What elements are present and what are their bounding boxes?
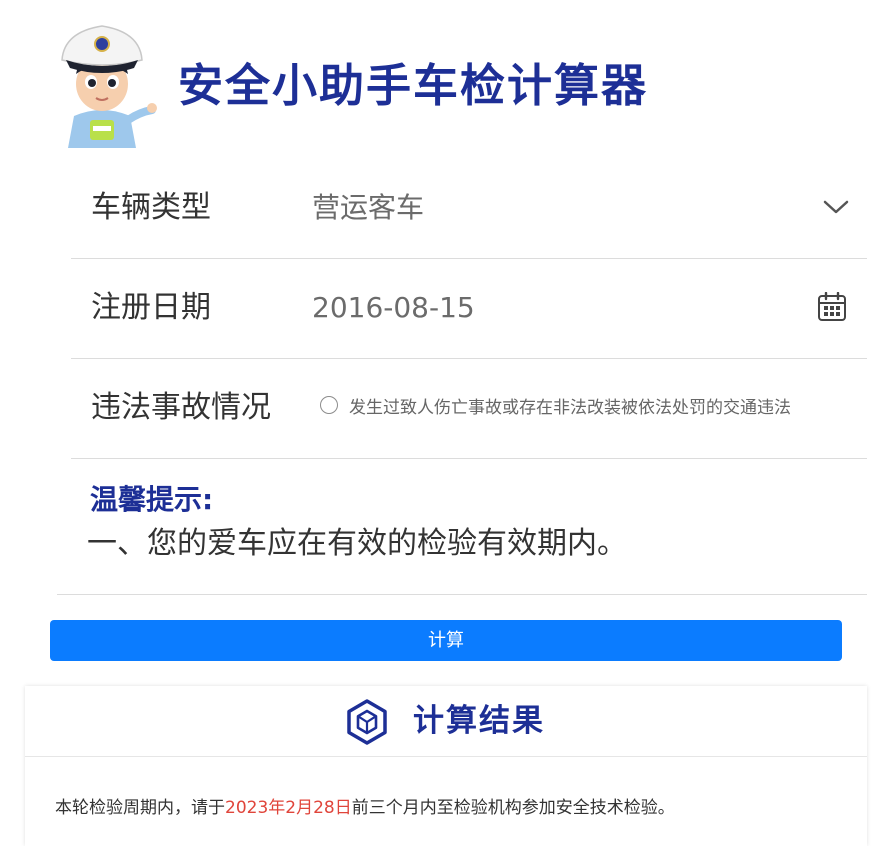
violation-label: 违法事故情况 — [91, 390, 271, 425]
result-card: 计算结果 本轮检验周期内，请于2023年2月28日前三个月内至检验机构参加安全技… — [25, 686, 867, 846]
tips-item: 一、您的爱车应在有效的检验有效期内。 — [87, 526, 627, 561]
violation-row: 违法事故情况 发生过致人伤亡事故或存在非法改装被依法处罚的交通违法 — [71, 358, 867, 459]
violation-radio[interactable] — [320, 396, 338, 414]
tips-title: 温馨提示: — [90, 483, 214, 516]
register-date-input[interactable]: 2016-08-15 — [312, 288, 475, 328]
chevron-down-icon[interactable] — [823, 198, 849, 216]
result-text-before: 本轮检验周期内，请于 — [55, 798, 225, 818]
result-title: 计算结果 — [413, 703, 545, 739]
vehicle-type-row[interactable]: 车辆类型 营运客车 — [71, 158, 867, 259]
app-title: 安全小助手车检计算器 — [178, 59, 649, 112]
police-mascot-icon — [61, 25, 157, 148]
result-header: 计算结果 — [25, 686, 867, 757]
register-date-row[interactable]: 注册日期 2016-08-15 — [71, 258, 867, 359]
vehicle-type-label: 车辆类型 — [91, 190, 211, 225]
vehicle-type-select[interactable]: 营运客车 — [312, 188, 424, 228]
calculate-button[interactable]: 计算 — [50, 620, 842, 661]
register-date-label: 注册日期 — [91, 290, 211, 325]
result-text: 本轮检验周期内，请于2023年2月28日前三个月内至检验机构参加安全技术检验。 — [55, 796, 675, 820]
header: 安全小助手车检计算器 — [0, 0, 875, 170]
violation-option-text[interactable]: 发生过致人伤亡事故或存在非法改装被依法处罚的交通违法 — [349, 396, 791, 420]
tips-section: 温馨提示: 一、您的爱车应在有效的检验有效期内。 — [57, 460, 867, 595]
result-date: 2023年2月28日 — [225, 798, 352, 818]
calendar-icon[interactable] — [817, 292, 847, 322]
result-text-after: 前三个月内至检验机构参加安全技术检验。 — [351, 798, 675, 818]
hexagon-cube-icon — [347, 699, 387, 745]
